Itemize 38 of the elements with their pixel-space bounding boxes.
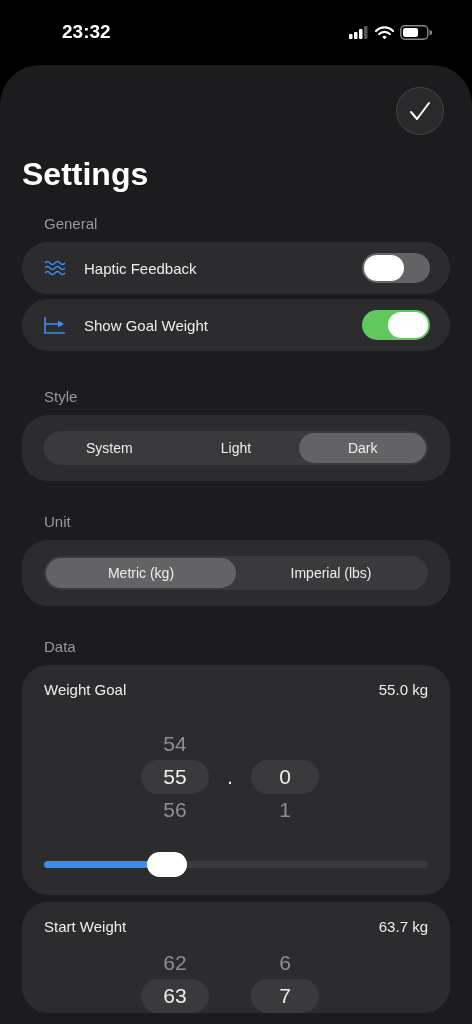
weight-value: 55.0 kg xyxy=(378,681,428,698)
done-button[interactable] xyxy=(396,87,444,135)
picker-number[interactable]: 6 xyxy=(279,947,291,979)
waves-icon xyxy=(44,260,66,276)
wifi-icon xyxy=(375,25,394,40)
weight-value: 63.7 kg xyxy=(378,918,428,935)
picker-number[interactable]: 0 xyxy=(251,760,319,794)
weight-slider[interactable] xyxy=(44,852,428,877)
section-label: Style xyxy=(43,387,79,407)
setting-label: Haptic Feedback xyxy=(84,259,198,277)
picker-number[interactable]: 55 xyxy=(141,760,209,794)
weight-label: Start Weight xyxy=(44,918,127,935)
toggle-switch[interactable] xyxy=(362,310,430,340)
status-time: 23:32 xyxy=(62,20,111,44)
checkmark-icon xyxy=(409,101,431,121)
weight-label: Weight Goal xyxy=(44,681,127,698)
picker-number[interactable]: 56 xyxy=(163,794,187,826)
picker-number[interactable]: 62 xyxy=(163,947,187,979)
picker-number[interactable]: 54 xyxy=(163,728,187,760)
section-label: General xyxy=(43,214,99,234)
setting-label: Show Goal Weight xyxy=(84,316,209,334)
page-title: Settings xyxy=(22,155,150,193)
decimal-point: . xyxy=(226,765,234,790)
segment-option[interactable]: System xyxy=(46,433,173,463)
toggle-switch[interactable] xyxy=(362,253,430,283)
chart-arrow-icon xyxy=(44,316,66,334)
section-label: Unit xyxy=(43,512,72,532)
segment-option[interactable]: Imperial (lbs) xyxy=(236,558,426,588)
segment-option[interactable]: Metric (kg) xyxy=(46,558,236,588)
picker-number[interactable]: 63 xyxy=(141,979,209,1013)
picker-number[interactable]: 7 xyxy=(251,979,319,1013)
section-label: Data xyxy=(43,637,77,657)
segment-option[interactable]: Light xyxy=(172,433,300,463)
signal-icon xyxy=(349,26,369,39)
battery-icon xyxy=(400,25,432,40)
picker-number[interactable]: 1 xyxy=(279,794,291,826)
segment-option[interactable]: Dark xyxy=(299,433,426,463)
slider-thumb[interactable] xyxy=(146,852,187,877)
